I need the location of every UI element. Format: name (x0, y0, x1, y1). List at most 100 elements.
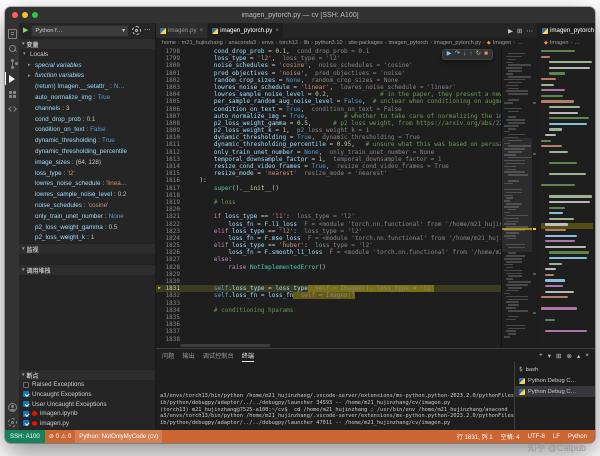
line-number[interactable]: 1810 (163, 134, 185, 141)
breadcrumb-item[interactable]: m21_hujinzhang (182, 40, 223, 46)
code-line[interactable]: 1815 resize_mode = 'nearest' resize_mode… (156, 170, 501, 177)
code-line[interactable]: 1824 loss_fn = F.mse_loss F = <module 't… (156, 235, 501, 242)
code-line[interactable]: 1820 (156, 206, 501, 213)
line-number[interactable]: 1830 (163, 278, 185, 285)
breakpoint-checkbox[interactable] (23, 410, 29, 417)
line-number[interactable]: 1815 (163, 170, 185, 177)
variable-row[interactable]: condition_on_text: False (19, 125, 155, 136)
line-number[interactable]: 1831 (163, 285, 185, 292)
variable-row[interactable]: lowres_sample_noise_level:0.2 (19, 189, 155, 200)
code-line[interactable]: 1817 super().__init__() (156, 185, 501, 192)
line-number[interactable]: 1821 (163, 213, 185, 220)
code-line[interactable]: 1812 only_train_unet_number = None, only… (156, 149, 501, 156)
line-number[interactable]: 1828 (163, 264, 185, 271)
code-line[interactable]: 1814 resize_cond_video_frames = True, re… (156, 163, 501, 170)
section-header-call-stack[interactable]: ▾ 调用堆栈 (19, 264, 155, 276)
variable-row[interactable]: image_sizes: (64, 128) (19, 157, 155, 168)
minimap-slider[interactable] (502, 138, 532, 252)
code-line[interactable]: 1804 lowres_sample_noise_level = 0.2, # … (156, 91, 501, 98)
debug-config-select[interactable]: Python f… ▾ (31, 24, 129, 37)
panel-tab-调试控制台[interactable]: 调试控制台 (203, 349, 234, 362)
split-editor-button[interactable]: ⊞ (517, 27, 522, 35)
continue-button[interactable]: ▶ (447, 50, 452, 58)
breadcrumb-item[interactable]: python3.10 (315, 40, 343, 46)
line-number[interactable]: 1813 (163, 156, 185, 163)
breadcrumb-item[interactable]: anaconda3 (228, 40, 256, 46)
scrollbar-thumb[interactable] (180, 344, 270, 347)
minimap[interactable] (501, 48, 532, 348)
terminal-session-Python Debug C…[interactable]: Python Debug C… (515, 375, 595, 386)
run-python-file-button[interactable]: ▶ (508, 27, 513, 35)
code-line[interactable]: 1823 elif loss_type == 'l2': loss_type =… (156, 228, 501, 235)
line-number[interactable]: 1812 (163, 149, 185, 156)
line-number[interactable]: 1836 (163, 321, 185, 328)
code-line[interactable]: 1825 elif loss_type == 'huber': loss_typ… (156, 242, 501, 249)
close-icon[interactable]: × (275, 28, 279, 34)
split-terminal-button[interactable]: ⊞ (556, 352, 561, 360)
code-line[interactable]: 1800 noise_schedules = 'cosine', noise_s… (156, 62, 501, 69)
line-number[interactable]: 1799 (163, 55, 185, 62)
activitybar-item-settings[interactable] (5, 415, 19, 430)
status-item[interactable]: Python: NotOnlyMyCode (cv) (75, 430, 163, 443)
stop-button[interactable]: ■ (484, 50, 488, 58)
line-number[interactable]: 1838 (163, 336, 185, 343)
breakpoint-checkbox[interactable] (23, 391, 29, 398)
line-number[interactable]: 1837 (163, 328, 185, 335)
code-line[interactable]: 1832 self.loss_fn = loss_fn self = Image… (156, 292, 501, 300)
code-line[interactable]: 1827 else: (156, 256, 501, 263)
code-line[interactable]: 1809 p2_loss_weight_k = 1, p2_loss_weigh… (156, 127, 501, 134)
code-line[interactable]: 1836 (156, 321, 501, 328)
code-line[interactable]: 1807 auto_normalize_img = True, # whethe… (156, 113, 501, 120)
close-panel-button[interactable]: × (585, 352, 589, 359)
step-out-button[interactable]: ↑ (469, 50, 472, 58)
terminal-session-Python Debug C…[interactable]: Python Debug C… (515, 386, 595, 397)
variable-row[interactable]: cond_drop_prob:0.1 (19, 114, 155, 125)
line-number[interactable]: 1819 (163, 199, 185, 206)
code-line[interactable]: 1826 loss_fn = F.smooth_l1_loss F = <mod… (156, 249, 501, 256)
code-line[interactable]: 1821 if loss_type == 'l1': loss_type = '… (156, 213, 501, 220)
line-number[interactable]: 1806 (163, 106, 185, 113)
panel-tab-问题[interactable]: 问题 (162, 349, 174, 362)
line-number[interactable]: 1801 (163, 70, 185, 77)
code-line[interactable]: 1802 random_crop_sizes = None, random_cr… (156, 77, 501, 84)
variable-row[interactable]: loss_type:'l2' (19, 168, 155, 179)
line-number[interactable]: 1832 (163, 292, 185, 299)
line-number[interactable]: 1833 (163, 300, 185, 307)
code-line[interactable]: 1835 (156, 314, 501, 321)
section-header-breakpoints[interactable]: ▾ 断点 (19, 369, 155, 381)
breakpoint-checkbox[interactable] (23, 401, 29, 408)
code-line[interactable]: 1801 pred_objectives = 'noise', pred_obj… (156, 70, 501, 77)
code-line[interactable]: 1818 (156, 192, 501, 199)
variable-row[interactable]: only_train_unet_number: None (19, 211, 155, 222)
remote-indicator[interactable]: SSH: A100 (5, 430, 45, 443)
activitybar-item-explorer[interactable] (5, 26, 19, 41)
zoom-window-button[interactable] (32, 12, 38, 18)
breadcrumb-item[interactable]: lib (304, 40, 310, 46)
variable-row[interactable]: (return) Imagen.__setattr_: N… (19, 81, 155, 92)
kill-terminal-button[interactable]: ⊗ (566, 352, 571, 360)
breadcrumb-item[interactable]: imagen_pytorch.py (434, 40, 481, 46)
status-item[interactable]: 行 1831, 列 1 (453, 430, 497, 443)
activitybar-item-run-and-debug[interactable] (5, 71, 19, 86)
breakpoint-checkbox[interactable] (23, 420, 29, 427)
variable-row[interactable]: channels:3 (19, 103, 155, 114)
activitybar-item-remote-explorer[interactable] (5, 101, 19, 116)
line-number[interactable]: 1835 (163, 314, 185, 321)
code-line[interactable]: 1811 dynamic_thresholding_percentile = 0… (156, 141, 501, 148)
line-number[interactable]: 1826 (163, 249, 185, 256)
activitybar-item-accounts[interactable] (5, 400, 19, 415)
code-line[interactable]: 1819 # loss (156, 199, 501, 206)
variable-row[interactable]: p2_loss_weight_gamma:0.5 (19, 222, 155, 233)
code-line[interactable]: 1837 (156, 328, 501, 335)
variable-row[interactable]: p2_loss_weight_k:1 (19, 233, 155, 244)
code-line[interactable]: 1822 loss_fn = F.l1_loss F = <module 'to… (156, 221, 501, 228)
breakpoint-row[interactable]: Uncaught Exceptions (19, 390, 155, 400)
code-line[interactable]: 1833 (156, 300, 501, 307)
breakpoint-checkbox[interactable] (23, 381, 29, 388)
status-item[interactable]: ⊘ 0 ⚠ 0 (45, 430, 75, 443)
tab-imagen.py[interactable]: imagen.py × (156, 23, 209, 38)
line-number[interactable]: 1818 (163, 192, 185, 199)
activitybar-item-extensions[interactable] (5, 86, 19, 101)
line-number[interactable]: 1804 (163, 91, 185, 98)
line-number[interactable]: 1798 (163, 48, 185, 55)
